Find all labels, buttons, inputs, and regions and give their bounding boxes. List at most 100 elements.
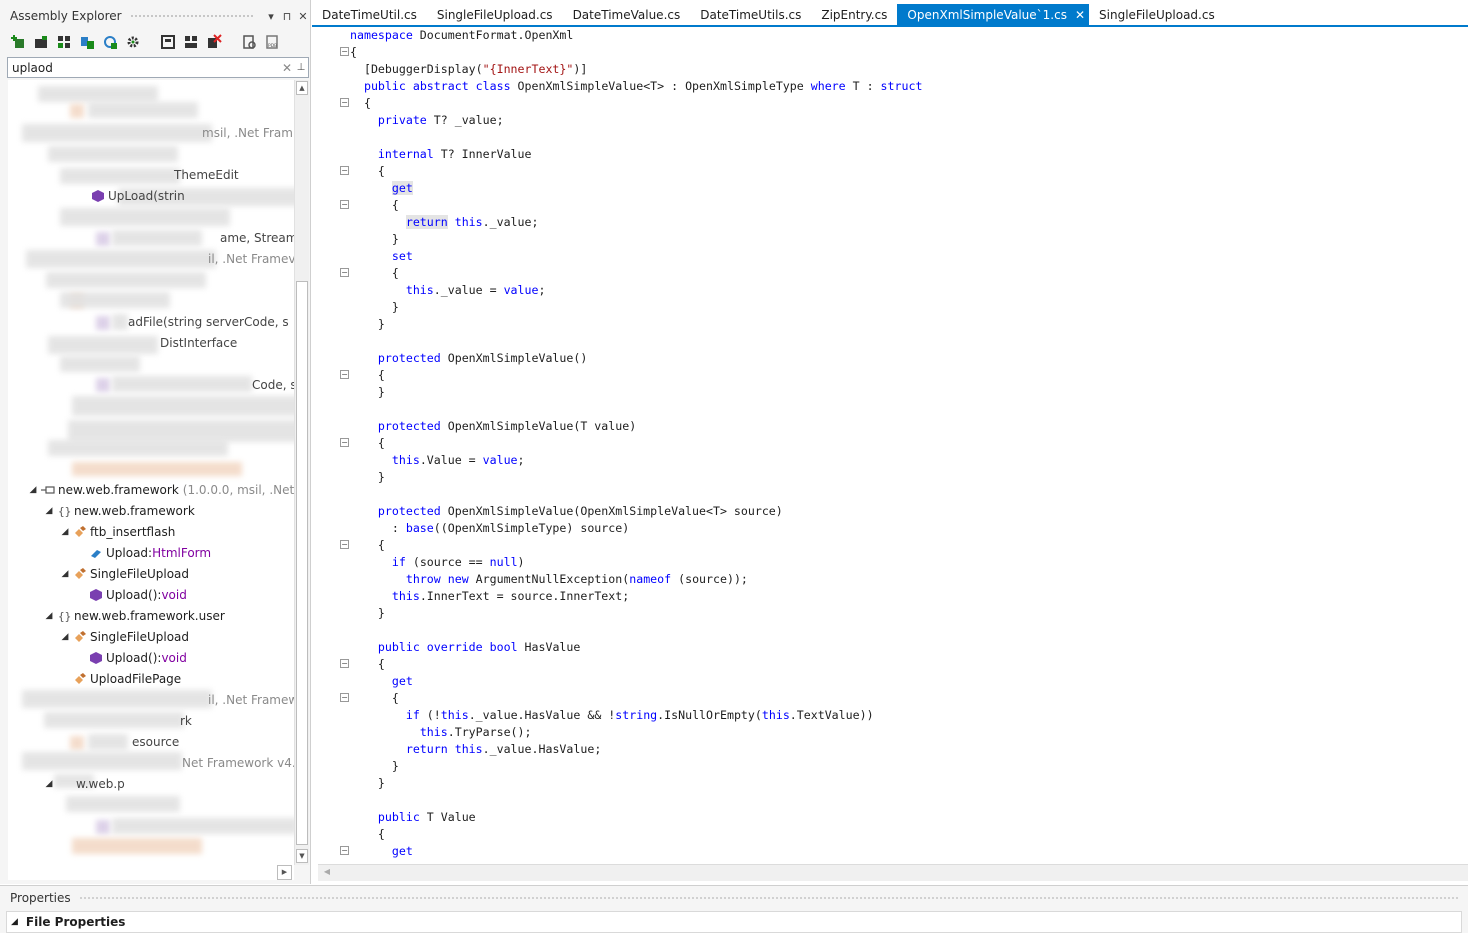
code-line[interactable]: { xyxy=(350,435,385,452)
expand-arrow-icon[interactable]: ◢ xyxy=(58,569,72,579)
open-assembly-icon[interactable] xyxy=(31,33,50,52)
fold-toggle-icon[interactable]: − xyxy=(340,200,349,209)
save-icon[interactable] xyxy=(181,33,200,52)
decompile-icon[interactable] xyxy=(239,33,258,52)
tree-row-class[interactable]: ◢ SingleFileUpload xyxy=(58,626,190,647)
code-line[interactable]: internal T? InnerValue xyxy=(350,146,532,163)
tree-row-class[interactable]: UploadFilePage xyxy=(72,668,181,689)
tab-singlefileupload-2[interactable]: SingleFileUpload.cs xyxy=(1089,4,1225,25)
code-line[interactable]: { xyxy=(350,690,399,707)
fold-toggle-icon[interactable]: − xyxy=(340,268,349,277)
add-reference-icon[interactable] xyxy=(77,33,96,52)
fold-toggle-icon[interactable]: − xyxy=(340,370,349,379)
editor-horizontal-scrollbar[interactable]: ◀ xyxy=(318,864,1468,881)
code-line[interactable]: public override bool HasValue xyxy=(350,639,580,656)
fold-toggle-icon[interactable]: − xyxy=(340,166,349,175)
code-line[interactable]: namespace DocumentFormat.OpenXml xyxy=(350,27,573,44)
code-line[interactable]: } xyxy=(350,299,399,316)
tree-row-class[interactable]: ◢ ftb_insertflash xyxy=(58,521,176,542)
open-list-icon[interactable] xyxy=(54,33,73,52)
code-line[interactable]: } xyxy=(350,775,385,792)
panel-pin-icon[interactable]: ⊓ xyxy=(279,10,295,23)
tab-close-icon[interactable]: ✕ xyxy=(1075,8,1085,22)
code-line[interactable]: this.TryParse(); xyxy=(350,724,532,741)
code-line[interactable]: { xyxy=(350,163,385,180)
search-pin-icon[interactable]: ⊥ xyxy=(294,62,308,73)
code-line[interactable]: { xyxy=(350,537,385,554)
fold-toggle-icon[interactable]: − xyxy=(340,659,349,668)
tab-singlefileupload[interactable]: SingleFileUpload.cs xyxy=(427,4,563,25)
code-line[interactable]: return this._value; xyxy=(350,214,538,231)
expand-arrow-icon[interactable]: ◢ xyxy=(26,485,40,495)
code-line[interactable]: protected OpenXmlSimpleValue(T value) xyxy=(350,418,636,435)
settings-icon[interactable] xyxy=(123,33,142,52)
code-line[interactable]: get xyxy=(350,843,413,860)
scroll-up-icon[interactable]: ▲ xyxy=(296,81,308,95)
code-line[interactable]: public abstract class OpenXmlSimpleValue… xyxy=(350,78,922,95)
scroll-left-icon[interactable]: ◀ xyxy=(320,867,334,880)
tab-zipentry[interactable]: ZipEntry.cs xyxy=(811,4,897,25)
panel-drag-grip[interactable] xyxy=(78,895,1460,901)
code-line[interactable]: { xyxy=(350,44,357,61)
expand-arrow-icon[interactable]: ◢ xyxy=(58,527,72,537)
assembly-tree[interactable]: msil, .Net Fram ThemeEdit UpLoad(strin a… xyxy=(8,80,294,880)
tree-row-field[interactable]: Upload: HtmlForm xyxy=(88,542,211,563)
tree-row-assembly[interactable]: ◢ new.web.framework (1.0.0.0, msil, .Net xyxy=(26,479,294,500)
tree-row-namespace[interactable]: ◢ {} new.web.framework.user xyxy=(42,605,225,626)
scroll-down-icon[interactable]: ▼ xyxy=(296,849,308,863)
code-line[interactable]: } xyxy=(350,605,385,622)
tree-row-class[interactable]: ◢ SingleFileUpload xyxy=(58,563,190,584)
tab-datetimeutil[interactable]: DateTimeUtil.cs xyxy=(312,4,427,25)
panel-dropdown-icon[interactable]: ▾ xyxy=(263,10,279,23)
code-line[interactable]: if (!this._value.HasValue && !string.IsN… xyxy=(350,707,874,724)
code-line[interactable]: protected OpenXmlSimpleValue(OpenXmlSimp… xyxy=(350,503,783,520)
expand-arrow-icon[interactable]: ◢ xyxy=(58,632,72,642)
fold-toggle-icon[interactable]: − xyxy=(340,98,349,107)
code-line[interactable]: set xyxy=(350,248,413,265)
add-assembly-icon[interactable] xyxy=(8,33,27,52)
tab-openxmlsimplevalue[interactable]: OpenXmlSimpleValue`1.cs ✕ xyxy=(897,4,1090,25)
code-line[interactable]: throw new ArgumentNullException(nameof (… xyxy=(350,571,748,588)
code-line[interactable]: } xyxy=(350,384,385,401)
code-line[interactable]: return this._value.HasValue; xyxy=(350,741,601,758)
panel-close-icon[interactable]: ✕ xyxy=(295,10,311,23)
panel-drag-grip[interactable] xyxy=(129,13,255,19)
code-line[interactable]: get xyxy=(350,673,413,690)
tree-row-method[interactable]: Upload(): void xyxy=(88,647,187,668)
code-line[interactable]: } xyxy=(350,758,399,775)
code-line[interactable]: if (source == null) xyxy=(350,554,525,571)
expand-arrow-icon[interactable]: ◢ xyxy=(42,611,56,621)
tree-vertical-scrollbar[interactable]: ▲ ▼ xyxy=(294,80,309,865)
scrollbar-thumb[interactable] xyxy=(296,281,308,845)
expand-arrow-icon[interactable]: ◢ xyxy=(42,506,56,516)
file-properties-section[interactable]: ◢ File Properties xyxy=(6,911,1462,933)
fold-toggle-icon[interactable]: − xyxy=(340,438,349,447)
code-line[interactable]: { xyxy=(350,197,399,214)
code-line[interactable]: this.InnerText = source.InnerText; xyxy=(350,588,629,605)
fold-toggle-icon[interactable]: − xyxy=(340,693,349,702)
tree-row-partial[interactable]: ◢ w.web.p xyxy=(42,773,125,794)
code-line[interactable]: [DebuggerDisplay("{InnerText}")] xyxy=(350,61,587,78)
expand-arrow-icon[interactable]: ◢ xyxy=(42,779,56,789)
code-line[interactable]: { xyxy=(350,826,385,843)
code-line[interactable]: protected OpenXmlSimpleValue() xyxy=(350,350,587,367)
fold-toggle-icon[interactable]: − xyxy=(340,846,349,855)
code-line[interactable]: get xyxy=(350,180,413,197)
tree-row-partial[interactable]: UpLoad(strin xyxy=(90,185,185,206)
code-line[interactable]: { xyxy=(350,95,371,112)
code-line[interactable]: } xyxy=(350,231,399,248)
tab-datetimevalue[interactable]: DateTimeValue.cs xyxy=(563,4,691,25)
scroll-right-icon[interactable]: ▶ xyxy=(277,865,292,880)
code-line[interactable]: this._value = value; xyxy=(350,282,546,299)
refresh-icon[interactable] xyxy=(100,33,119,52)
tree-row-namespace[interactable]: ◢ {} new.web.framework xyxy=(42,500,195,521)
code-line[interactable]: public T Value xyxy=(350,809,476,826)
code-line[interactable]: { xyxy=(350,656,385,673)
tab-datetimeutils[interactable]: DateTimeUtils.cs xyxy=(690,4,811,25)
code-line[interactable]: { xyxy=(350,367,385,384)
assembly-search-input[interactable] xyxy=(8,58,280,77)
code-line[interactable]: this.Value = value; xyxy=(350,452,525,469)
search-clear-icon[interactable]: ✕ xyxy=(280,61,294,75)
export-pdb-icon[interactable]: PDB xyxy=(262,33,281,52)
collapse-icon[interactable] xyxy=(158,33,177,52)
